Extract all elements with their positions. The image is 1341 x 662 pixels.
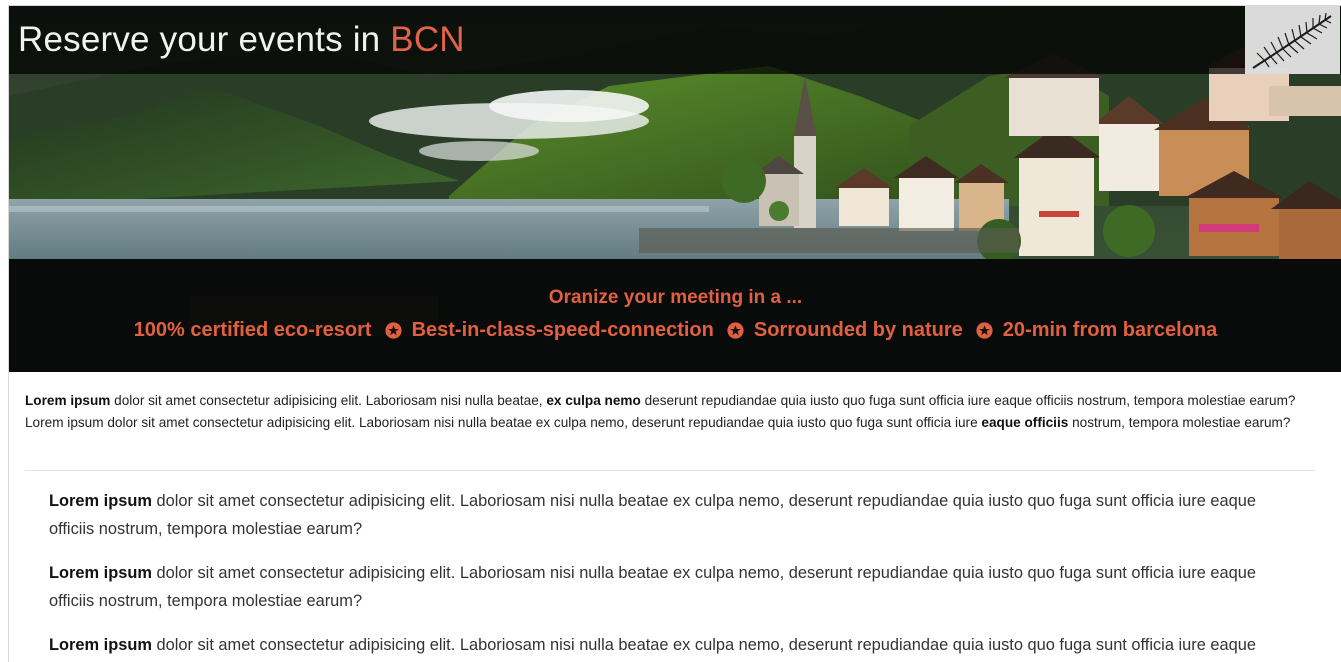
content-paragraph: Lorem ipsum dolor sit amet consectetur a… bbox=[49, 559, 1279, 615]
fern-leaf-icon[interactable] bbox=[1245, 6, 1340, 74]
paragraph-bold: Lorem ipsum bbox=[49, 564, 152, 582]
content-paragraph: Lorem ipsum dolor sit amet consectetur a… bbox=[49, 487, 1279, 543]
feature-list: 100% certified eco-resort Best-in-class-… bbox=[9, 317, 1341, 343]
site-title-main: Reserve your events in bbox=[18, 20, 391, 59]
feature-item: Sorrounded by nature bbox=[753, 319, 963, 341]
star-circle-icon bbox=[385, 321, 402, 339]
content-paragraph: Lorem ipsum dolor sit amet consectetur a… bbox=[49, 631, 1279, 659]
site-title[interactable]: Reserve your events in BCN bbox=[18, 20, 465, 60]
feature-item: 100% certified eco-resort bbox=[133, 319, 372, 341]
tagline-band: Oranize your meeting in a ... 100% certi… bbox=[9, 259, 1341, 372]
paragraph-text: dolor sit amet consectetur adipisicing e… bbox=[49, 492, 1256, 538]
star-circle-icon bbox=[976, 321, 993, 339]
intro-bold-1: Lorem ipsum bbox=[25, 393, 111, 408]
intro-bold-2: ex culpa nemo bbox=[546, 393, 641, 408]
paragraph-text: dolor sit amet consectetur adipisicing e… bbox=[49, 564, 1256, 610]
tagline: Oranize your meeting in a ... bbox=[548, 287, 803, 308]
title-bar: Reserve your events in BCN bbox=[9, 6, 1341, 74]
intro-text-3: nostrum, tempora molestiae earum? bbox=[1068, 414, 1291, 430]
section-divider bbox=[25, 470, 1315, 471]
paragraph-bold: Lorem ipsum bbox=[49, 636, 152, 654]
paragraph-bold: Lorem ipsum bbox=[49, 492, 152, 510]
intro-paragraph: Lorem ipsum dolor sit amet consectetur a… bbox=[25, 390, 1315, 433]
feature-item: Best-in-class-speed-connection bbox=[411, 319, 714, 341]
hero-banner: Reserve your events in BCN Oranize your … bbox=[9, 6, 1341, 372]
paragraph-text: dolor sit amet consectetur adipisicing e… bbox=[151, 636, 1256, 654]
feature-item: 20-min from barcelona bbox=[1002, 319, 1218, 341]
star-circle-icon bbox=[727, 321, 744, 339]
page-frame: Reserve your events in BCN Oranize your … bbox=[8, 5, 1341, 662]
site-title-accent: BCN bbox=[390, 20, 465, 59]
intro-bold-3: eaque officiis bbox=[981, 414, 1069, 430]
intro-text-1: dolor sit amet consectetur adipisicing e… bbox=[110, 393, 547, 408]
